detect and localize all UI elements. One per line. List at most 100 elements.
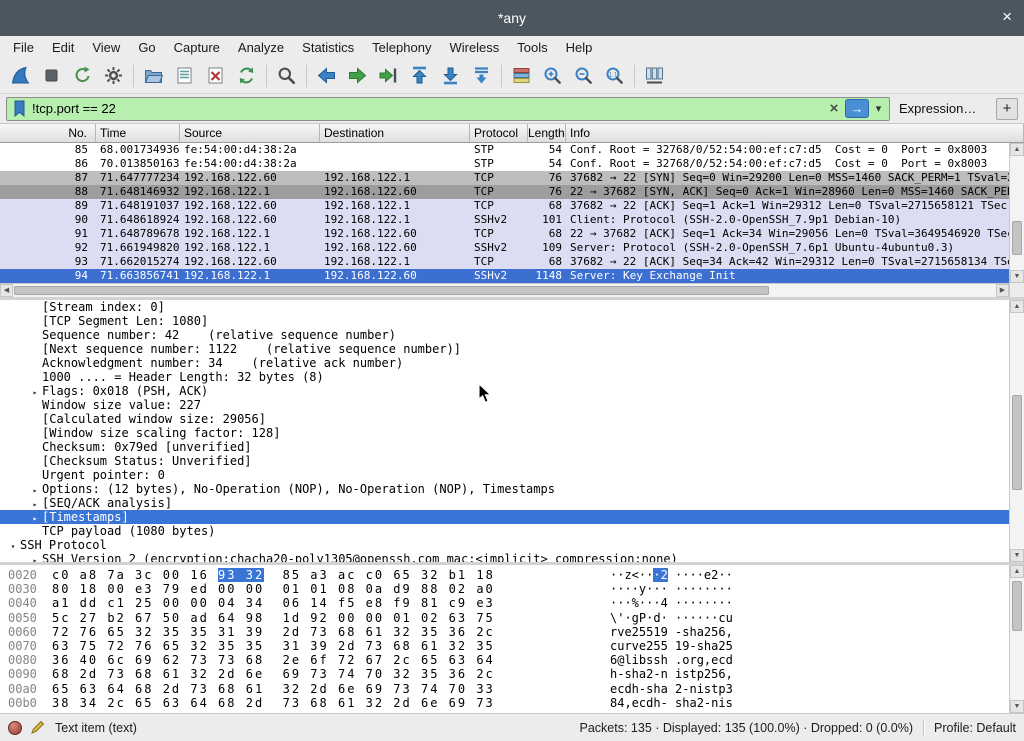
add-filter-button[interactable]: + <box>996 98 1018 120</box>
detail-line[interactable]: [Checksum Status: Unverified] <box>0 454 1009 468</box>
detail-line[interactable]: ▸Flags: 0x018 (PSH, ACK) <box>0 384 1009 398</box>
detail-line[interactable]: 1000 .... = Header Length: 32 bytes (8) <box>0 370 1009 384</box>
auto-scroll-button[interactable] <box>466 61 497 90</box>
menu-go[interactable]: Go <box>129 40 164 55</box>
detail-line[interactable]: ▸SSH Version 2 (encryption:chacha20-poly… <box>0 552 1009 562</box>
scroll-down-arrow-icon[interactable]: ▼ <box>1010 700 1024 713</box>
save-file-button[interactable] <box>169 61 200 90</box>
close-file-button[interactable] <box>200 61 231 90</box>
expand-arrow-icon[interactable]: ▸ <box>28 554 42 562</box>
detail-line[interactable]: ▸[SEQ/ACK analysis] <box>0 496 1009 510</box>
window-close-button[interactable]: × <box>1002 7 1012 27</box>
capture-options-button[interactable] <box>98 61 129 90</box>
menu-analyze[interactable]: Analyze <box>229 40 293 55</box>
menu-statistics[interactable]: Statistics <box>293 40 363 55</box>
go-to-top-button[interactable] <box>404 61 435 90</box>
expand-arrow-icon[interactable]: ▸ <box>28 484 42 496</box>
colorize-packets-button[interactable] <box>506 61 537 90</box>
open-file-button[interactable] <box>138 61 169 90</box>
hex-row-0080[interactable]: 008036 40 6c 69 62 73 73 68 2e 6f 72 67 … <box>0 653 1009 667</box>
packet-row-91[interactable]: 9171.648789678192.168.122.1192.168.122.6… <box>0 227 1009 241</box>
menu-telephony[interactable]: Telephony <box>363 40 440 55</box>
hex-vscroll-thumb[interactable] <box>1012 581 1022 631</box>
detail-line[interactable]: ▸Options: (12 bytes), No-Operation (NOP)… <box>0 482 1009 496</box>
hex-row-0040[interactable]: 0040a1 dd c1 25 00 00 04 34 06 14 f5 e8 … <box>0 596 1009 610</box>
hex-row-0030[interactable]: 003080 18 00 e3 79 ed 00 00 01 01 08 0a … <box>0 582 1009 596</box>
expand-arrow-icon[interactable]: ▸ <box>28 386 42 398</box>
menu-file[interactable]: File <box>4 40 43 55</box>
scroll-up-arrow-icon[interactable]: ▲ <box>1010 565 1024 578</box>
detail-line[interactable]: [Stream index: 0] <box>0 300 1009 314</box>
stop-capture-button[interactable] <box>36 61 67 90</box>
hex-row-0090[interactable]: 009068 2d 73 68 61 32 2d 6e 69 73 74 70 … <box>0 667 1009 681</box>
filter-apply-button[interactable]: → <box>845 99 869 118</box>
menu-wireless[interactable]: Wireless <box>440 40 508 55</box>
hex-row-0020[interactable]: 0020c0 a8 7a 3c 00 16 93 32 85 a3 ac c0 … <box>0 568 1009 582</box>
packet-list-hscrollbar[interactable]: ◀ ▶ <box>0 283 1009 297</box>
zoom-in-button[interactable] <box>537 61 568 90</box>
hex-vscrollbar[interactable]: ▲ ▼ <box>1009 565 1024 713</box>
capture-comment-pencil-icon[interactable] <box>30 720 45 735</box>
detail-line[interactable]: TCP payload (1080 bytes) <box>0 524 1009 538</box>
detail-line[interactable]: Sequence number: 42 (relative sequence n… <box>0 328 1009 342</box>
detail-line[interactable]: Acknowledgment number: 34 (relative ack … <box>0 356 1009 370</box>
packet-row-93[interactable]: 9371.662015274192.168.122.60192.168.122.… <box>0 255 1009 269</box>
hex-row-00a0[interactable]: 00a065 63 64 68 2d 73 68 61 32 2d 6e 69 … <box>0 682 1009 696</box>
hex-row-0060[interactable]: 006072 76 65 32 35 35 31 39 2d 73 68 61 … <box>0 625 1009 639</box>
detail-line[interactable]: [Next sequence number: 1122 (relative se… <box>0 342 1009 356</box>
detail-line[interactable]: ▸[Timestamps] <box>0 510 1009 524</box>
column-header-info[interactable]: Info <box>566 124 1024 142</box>
details-vscroll-thumb[interactable] <box>1012 395 1022 490</box>
menu-edit[interactable]: Edit <box>43 40 83 55</box>
packet-list-vscrollbar[interactable]: ▲ ▼ <box>1009 143 1024 283</box>
column-header-time[interactable]: Time <box>96 124 180 142</box>
go-to-bottom-button[interactable] <box>435 61 466 90</box>
menu-tools[interactable]: Tools <box>508 40 556 55</box>
packet-row-88[interactable]: 8871.648146932192.168.122.1192.168.122.6… <box>0 185 1009 199</box>
expand-arrow-icon[interactable]: ▸ <box>28 498 42 510</box>
details-vscrollbar[interactable]: ▲ ▼ <box>1009 300 1024 562</box>
reload-file-button[interactable] <box>231 61 262 90</box>
hex-row-0070[interactable]: 007063 75 72 76 65 32 35 35 31 39 2d 73 … <box>0 639 1009 653</box>
go-back-button[interactable] <box>311 61 342 90</box>
go-to-packet-button[interactable] <box>373 61 404 90</box>
packet-row-92[interactable]: 9271.661949820192.168.122.1192.168.122.6… <box>0 241 1009 255</box>
packet-row-87[interactable]: 8771.647777234192.168.122.60192.168.122.… <box>0 171 1009 185</box>
detail-line[interactable]: Window size value: 227 <box>0 398 1009 412</box>
filter-text[interactable]: !tcp.port == 22 <box>28 101 825 116</box>
packet-row-90[interactable]: 9071.648618924192.168.122.60192.168.122.… <box>0 213 1009 227</box>
column-header-length[interactable]: Length <box>528 124 566 142</box>
detail-line[interactable]: Urgent pointer: 0 <box>0 468 1009 482</box>
filter-bookmark-icon[interactable] <box>10 100 28 117</box>
packet-list-hscroll-thumb[interactable] <box>14 286 769 295</box>
scroll-up-arrow-icon[interactable]: ▲ <box>1010 300 1024 313</box>
detail-line[interactable]: [TCP Segment Len: 1080] <box>0 314 1009 328</box>
hex-row-00b0[interactable]: 00b038 34 2c 65 63 64 68 2d 73 68 61 32 … <box>0 696 1009 710</box>
column-header-no[interactable]: No. <box>0 124 96 142</box>
detail-line[interactable]: [Window size scaling factor: 128] <box>0 426 1009 440</box>
scroll-down-arrow-icon[interactable]: ▼ <box>1010 549 1024 562</box>
menu-help[interactable]: Help <box>557 40 602 55</box>
packet-row-89[interactable]: 8971.648191037192.168.122.60192.168.122.… <box>0 199 1009 213</box>
menu-view[interactable]: View <box>83 40 129 55</box>
filter-dropdown-button[interactable]: ▾ <box>871 102 886 115</box>
hex-row-0050[interactable]: 00505c 27 b2 67 50 ad 64 98 1d 92 00 00 … <box>0 611 1009 625</box>
resize-columns-button[interactable] <box>639 61 670 90</box>
status-profile[interactable]: Profile: Default <box>934 721 1016 735</box>
scroll-right-arrow-icon[interactable]: ▶ <box>996 284 1009 297</box>
expression-button[interactable]: Expression… <box>899 101 976 116</box>
restart-capture-button[interactable] <box>67 61 98 90</box>
find-packet-button[interactable] <box>271 61 302 90</box>
start-capture-button[interactable] <box>5 61 36 90</box>
detail-line[interactable]: ▾SSH Protocol <box>0 538 1009 552</box>
zoom-out-button[interactable] <box>568 61 599 90</box>
packet-row-85[interactable]: 8568.001734936fe:54:00:d4:38:2aSTP54Conf… <box>0 143 1009 157</box>
menu-capture[interactable]: Capture <box>165 40 229 55</box>
packet-row-94[interactable]: 9471.663856741192.168.122.1192.168.122.6… <box>0 269 1009 283</box>
filter-clear-button[interactable]: × <box>825 100 843 117</box>
column-header-source[interactable]: Source <box>180 124 320 142</box>
expand-arrow-icon[interactable]: ▾ <box>6 540 20 552</box>
scroll-down-arrow-icon[interactable]: ▼ <box>1010 270 1024 283</box>
detail-line[interactable]: [Calculated window size: 29056] <box>0 412 1009 426</box>
display-filter-input[interactable]: !tcp.port == 22 × → ▾ <box>6 97 890 121</box>
